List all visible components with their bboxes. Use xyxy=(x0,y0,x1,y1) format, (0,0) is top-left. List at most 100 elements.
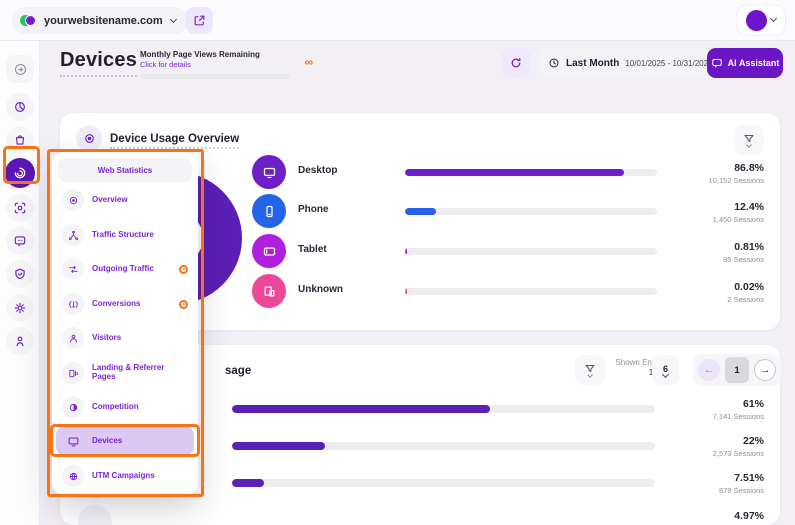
device-stats: 86.8% 10,152 Sessions xyxy=(709,162,764,185)
sessions-value: 10,152 Sessions xyxy=(709,176,764,185)
site-logo-icon xyxy=(20,14,36,28)
date-range-picker[interactable]: Last Month 10/01/2025 - 10/31/2025 xyxy=(538,48,734,78)
refresh-button[interactable] xyxy=(501,48,531,78)
sessions-value: 95 Sessions xyxy=(723,255,764,264)
avatar xyxy=(746,10,767,31)
chat-icon[interactable] xyxy=(6,227,34,255)
sessions-value: 2 Sessions xyxy=(727,295,764,304)
pie-chart-icon[interactable] xyxy=(6,93,34,121)
half-circle-icon xyxy=(62,396,84,418)
card-title: Device Usage Overview xyxy=(110,133,239,149)
quota-progressbar xyxy=(140,74,290,79)
menu-item-label: Visitors xyxy=(92,334,121,343)
percent-value: 4.97% xyxy=(734,510,764,522)
bar-track xyxy=(405,288,657,295)
menu-item-label: Conversions xyxy=(92,300,140,309)
row-icon-placeholder xyxy=(78,505,112,525)
menu-item-label: Landing & Referrer Pages xyxy=(92,364,188,382)
menu-item-overview[interactable]: Overview xyxy=(56,186,194,214)
expand-sidebar-icon[interactable] xyxy=(6,55,34,83)
desktop-icon xyxy=(252,155,286,189)
device-stats: 12.4% 1,450 Sessions xyxy=(713,201,764,224)
web-statistics-icon[interactable] xyxy=(5,158,35,188)
gear-icon[interactable] xyxy=(6,294,34,322)
menu-item-label: Traffic Structure xyxy=(92,231,154,240)
usage-stats: 7.51% 879 Sessions xyxy=(719,472,764,495)
ai-assistant-button[interactable]: AI Assistant xyxy=(707,48,783,78)
bar-track xyxy=(232,405,655,413)
menu-item-conversions[interactable]: Conversions xyxy=(56,290,194,318)
clock-icon xyxy=(548,57,560,69)
globe-icon xyxy=(62,465,84,487)
device-stats: 0.02% 2 Sessions xyxy=(727,281,764,304)
filter-button[interactable] xyxy=(734,125,764,155)
menu-item-outgoing-traffic[interactable]: Outgoing Traffic xyxy=(56,255,194,283)
percent-value: 22% xyxy=(713,435,764,447)
page-size-select[interactable]: 6 xyxy=(652,355,679,385)
prev-page-button[interactable]: ← xyxy=(698,359,720,381)
section-donut-icon xyxy=(76,125,102,151)
menu-item-visitors[interactable]: Visitors xyxy=(56,324,194,352)
web-statistics-menu: Web Statistics Overview Traffic Structur… xyxy=(52,152,198,495)
menu-item-traffic-structure[interactable]: Traffic Structure xyxy=(56,221,194,249)
device-label: Desktop xyxy=(298,165,337,176)
ai-assistant-label: AI Assistant xyxy=(728,58,780,68)
menu-item-competition[interactable]: Competition xyxy=(56,393,194,421)
scan-target-icon[interactable] xyxy=(6,194,34,222)
percent-value: 61% xyxy=(713,398,764,410)
device-label: Unknown xyxy=(298,284,343,295)
menu-item-landing-referrer-pages[interactable]: Landing & Referrer Pages xyxy=(56,359,194,387)
next-page-button[interactable]: → xyxy=(754,359,776,381)
chevron-down-icon xyxy=(170,15,177,22)
quota-details-link[interactable]: Click for details xyxy=(140,60,295,69)
chevron-down-icon xyxy=(770,15,777,22)
usage-stats: 61% 7,141 Sessions xyxy=(713,398,764,421)
topbar: yourwebsitename.com xyxy=(0,0,795,41)
chat-icon xyxy=(711,57,723,69)
shuffle-arrows-icon xyxy=(62,258,84,280)
sessions-value: 7,141 Sessions xyxy=(713,412,764,421)
site-selector[interactable]: yourwebsitename.com xyxy=(12,7,188,34)
menu-item-utm-campaigns[interactable]: UTM Campaigns xyxy=(56,462,194,490)
percent-value: 7.51% xyxy=(719,472,764,484)
person-icon xyxy=(62,327,84,349)
device-stats: 0.81% 95 Sessions xyxy=(723,241,764,264)
unknown-device-icon xyxy=(252,274,286,308)
orange-dot-icon xyxy=(179,300,188,309)
bar-fill xyxy=(405,248,407,255)
bar-fill xyxy=(232,442,325,450)
user-pin-icon[interactable] xyxy=(6,327,34,355)
shield-check-icon[interactable] xyxy=(6,260,34,288)
menu-item-label: Competition xyxy=(92,403,139,412)
device-label: Tablet xyxy=(298,244,327,255)
filter-button[interactable] xyxy=(575,355,605,385)
open-site-button[interactable] xyxy=(186,7,213,34)
bar-track xyxy=(405,248,657,255)
current-page[interactable]: 1 xyxy=(725,357,749,383)
menu-item-label: UTM Campaigns xyxy=(92,472,155,481)
infinity-icon: ∞ xyxy=(304,55,313,69)
site-domain: yourwebsitename.com xyxy=(44,15,163,27)
phone-icon xyxy=(252,194,286,228)
quota-title: Monthly Page Views Remaining xyxy=(140,50,295,59)
menu-item-label: Devices xyxy=(92,437,122,446)
menu-item-label: Overview xyxy=(92,196,128,205)
menu-item-label: Outgoing Traffic xyxy=(92,265,154,274)
refresh-icon xyxy=(509,56,523,70)
sessions-value: 1,450 Sessions xyxy=(713,215,764,224)
bar-fill xyxy=(405,288,407,295)
arrow-right-icon: → xyxy=(760,364,771,376)
bar-track xyxy=(232,442,655,450)
sessions-value: 879 Sessions xyxy=(719,486,764,495)
menu-item-devices[interactable]: Devices xyxy=(56,427,194,455)
bar-fill xyxy=(232,479,264,487)
usage-row-partial: 4.97% xyxy=(60,505,780,525)
target-circles-icon xyxy=(62,189,84,211)
account-menu[interactable] xyxy=(737,5,785,35)
device-label: Phone xyxy=(298,204,329,215)
shopping-bag-icon[interactable] xyxy=(6,126,34,154)
network-nodes-icon xyxy=(62,224,84,246)
orange-dot-icon xyxy=(179,265,188,274)
exclamation-arcs-icon xyxy=(62,293,84,315)
period-label: Last Month xyxy=(566,58,619,69)
